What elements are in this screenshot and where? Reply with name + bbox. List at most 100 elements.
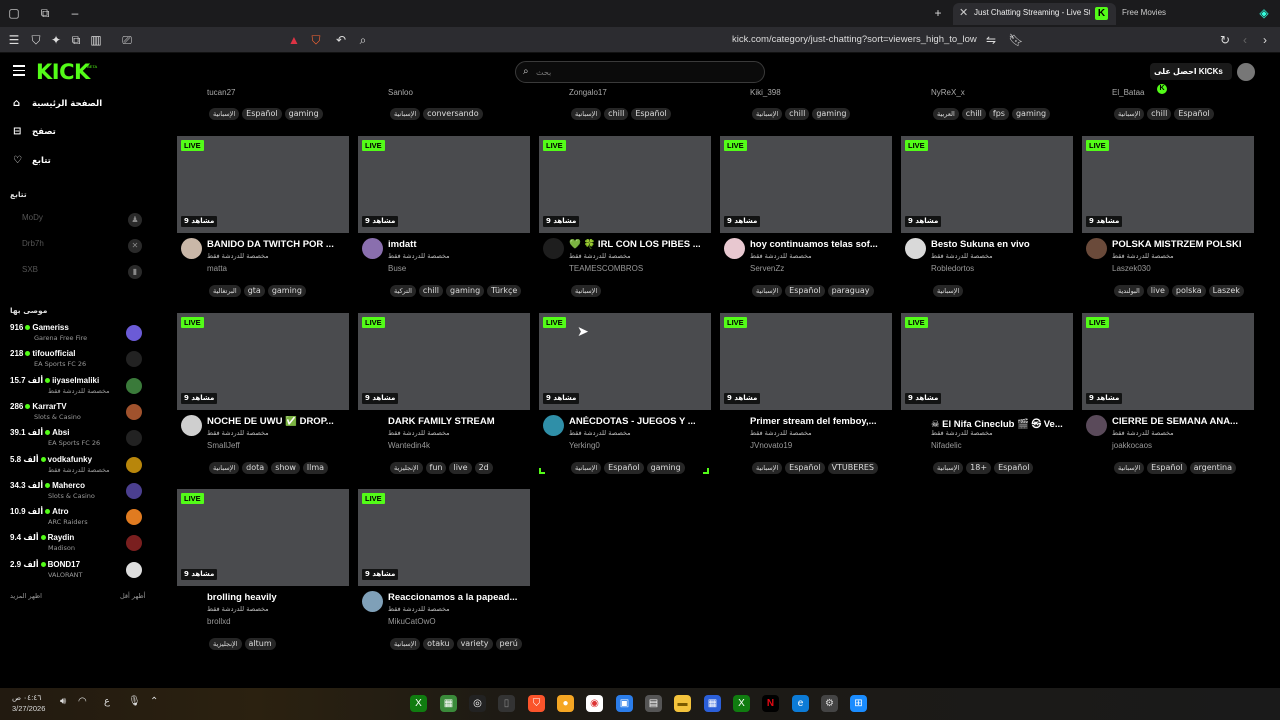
copilot-icon[interactable]: ◈ [1256,5,1272,21]
tag[interactable]: chill [961,108,986,120]
start-icon[interactable]: ⊞ [850,695,867,712]
streamer-name[interactable]: Yerking0 [569,441,600,450]
category-label[interactable]: مخصصة للدردشة فقط [207,605,269,613]
back-icon[interactable]: ‹ [1237,32,1253,48]
streamer-name[interactable]: brollxd [207,617,231,626]
tag[interactable]: conversando [423,108,483,120]
tag[interactable]: gaming [267,285,306,297]
get-kicks-button[interactable]: احصل على KICKsK [1150,63,1232,94]
microphone-icon[interactable]: 🎙︎ [128,696,141,707]
stream-title[interactable]: 💚 🍀 IRL CON LOS PIBES ... [569,239,709,250]
recommended-item[interactable]: 39.1 ألف Absi EA Sports FC 26 [10,428,145,452]
avatar[interactable] [1086,415,1107,436]
tag[interactable]: polska [1171,285,1206,297]
tab-active[interactable]: ✕ Just Chatting Streaming - Live St K [953,3,1116,25]
recommended-item[interactable]: 5.8 ألف vodkafunky مخصصة للدردشة فقط [10,455,145,479]
stream-card[interactable]: LIVE 9 مشاهد brolling heavily مخصصة للدردشة… [177,489,349,659]
recommended-item[interactable]: 916 Gameriss Garena Free Fire [10,323,145,347]
app-icon[interactable]: ▯ [498,695,515,712]
reload-icon[interactable]: ↻ [1217,32,1233,48]
tag[interactable]: Español [785,285,825,297]
brave-shield-icon[interactable]: ⛉ [308,32,324,48]
stream-card[interactable]: LIVE 9 مشاهد ☠ El Nifa Cineclub 🎬 ㉿ Ve... م… [901,313,1073,483]
steam-icon[interactable]: ◎ [469,695,486,712]
tag[interactable]: الإنجليزية [390,462,423,474]
following-item[interactable]: SXB ▮ [22,265,142,281]
stream-thumbnail[interactable]: LIVE 9 مشاهد [720,136,892,233]
stream-card-partial[interactable]: El_Bataa الإسبانية chill Español [1082,88,1254,120]
tag[interactable]: الإسبانية [752,285,783,297]
screenshot-icon[interactable]: ⎚ [119,32,135,48]
settings-icon[interactable]: ⚙ [821,695,838,712]
stream-card[interactable]: LIVE 9 مشاهد DARK FAMILY STREAM مخصصة للدرد… [358,313,530,483]
tag[interactable]: gaming [446,285,485,297]
shield-icon[interactable]: ⛉ [28,32,44,48]
search-input[interactable] [536,66,756,79]
tag[interactable]: الإسبانية [209,108,240,120]
sidebar-item-browse[interactable]: ⊟ تصفح [13,126,56,140]
close-tab-icon[interactable]: ✕ [959,6,968,19]
new-tab-icon[interactable]: + [930,5,946,21]
avatar[interactable] [181,415,202,436]
tag[interactable]: chill [785,108,810,120]
stream-card[interactable]: LIVE 9 مشاهد 💚 🍀 IRL CON LOS PIBES ... مخصص… [539,136,711,306]
sidebar-item-following[interactable]: ♡ تتابع [13,155,51,169]
category-label[interactable]: مخصصة للدردشة فقط [1112,252,1174,260]
xbox-app-icon[interactable]: X [733,695,750,712]
user-avatar[interactable] [1237,63,1255,81]
streamer-name[interactable]: Buse [388,264,406,273]
forward-icon[interactable]: › [1257,32,1273,48]
tag[interactable]: chill [418,285,444,297]
tag[interactable]: الإسبانية [933,462,964,474]
stream-card-partial[interactable]: NyReX_x العربية chill fps gaming [901,88,1073,120]
site-settings-icon[interactable]: ⇋ [983,32,999,48]
tag[interactable]: الإسبانية [571,285,602,297]
stream-card[interactable]: LIVE 9 مشاهد ANÉCDOTAS - JUEGOS Y ... مخصصة… [539,313,711,483]
tag[interactable]: الإسبانية [209,462,240,474]
stream-title[interactable]: imdatt [388,239,528,250]
stream-title[interactable]: BANIDO DA TWITCH POR ... [207,239,347,250]
utility-icon[interactable]: ▤ [645,695,662,712]
kick-logo[interactable]: KICK [36,60,90,84]
edge-icon[interactable]: e [792,695,809,712]
streamer-name[interactable]: SmallJeff [207,441,240,450]
photos-icon[interactable]: ▣ [616,695,633,712]
tag[interactable]: الإسبانية [1114,108,1145,120]
tag[interactable]: llma [302,462,329,474]
avatar[interactable] [1086,238,1107,259]
avatar[interactable] [362,591,383,612]
tag[interactable]: argentina [1189,462,1237,474]
stream-thumbnail[interactable]: LIVE 9 مشاهد [901,313,1073,410]
stream-card[interactable]: LIVE 9 مشاهد hoy continuamos telas sof... م… [720,136,892,306]
stream-thumbnail[interactable]: LIVE 9 مشاهد [539,313,711,410]
streamer-name[interactable]: TEAMESCOMBROS [569,264,643,273]
streamer-name[interactable]: ServenZz [750,264,784,273]
tag[interactable]: الإسبانية [752,462,783,474]
stream-title[interactable]: Reaccionamos a la papead... [388,592,528,603]
recommended-item[interactable]: 9.4 ألف Raydin Madison [10,533,145,557]
volume-icon[interactable]: 🔊︎ [60,696,66,707]
stream-card[interactable]: LIVE 9 مشاهد Primer stream del femboy,... م… [720,313,892,483]
category-label[interactable]: مخصصة للدردشة فقط [931,429,993,437]
stream-card-partial[interactable]: Kiki_398 الإسبانية chill gaming [720,88,892,120]
category-label[interactable]: مخصصة للدردشة فقط [388,252,450,260]
recommended-item[interactable]: 15.7 ألف iiyaselmaliki مخصصة للدردشة فقط [10,376,145,400]
stream-thumbnail[interactable]: LIVE 9 مشاهد [720,313,892,410]
stream-title[interactable]: CIERRE DE SEMANA ANA... [1112,416,1252,427]
stream-thumbnail[interactable]: LIVE 9 مشاهد [901,136,1073,233]
workspaces-icon[interactable]: ⧉ [37,5,53,21]
tag[interactable]: الإسبانية [571,108,602,120]
recommended-item[interactable]: 10.9 ألف Atro ARC Raiders [10,507,145,531]
netflix-icon[interactable]: N [762,695,779,712]
streamer-name[interactable]: Sanloo [388,88,413,97]
sidebar-item-home[interactable]: ⌂ الصفحة الرئيسية [13,98,102,112]
stream-card-partial[interactable]: Sanloo الإسبانية conversando [358,88,530,120]
avatar[interactable] [181,591,202,612]
avatar[interactable] [905,238,926,259]
streamer-name[interactable]: tucan27 [207,88,235,97]
tag[interactable]: chill [1147,108,1172,120]
tag[interactable]: الإسبانية [390,108,421,120]
show-less-link[interactable]: أظهر أقل [120,592,145,600]
tag[interactable]: الإسبانية [571,462,602,474]
tag[interactable]: fun [425,462,447,474]
